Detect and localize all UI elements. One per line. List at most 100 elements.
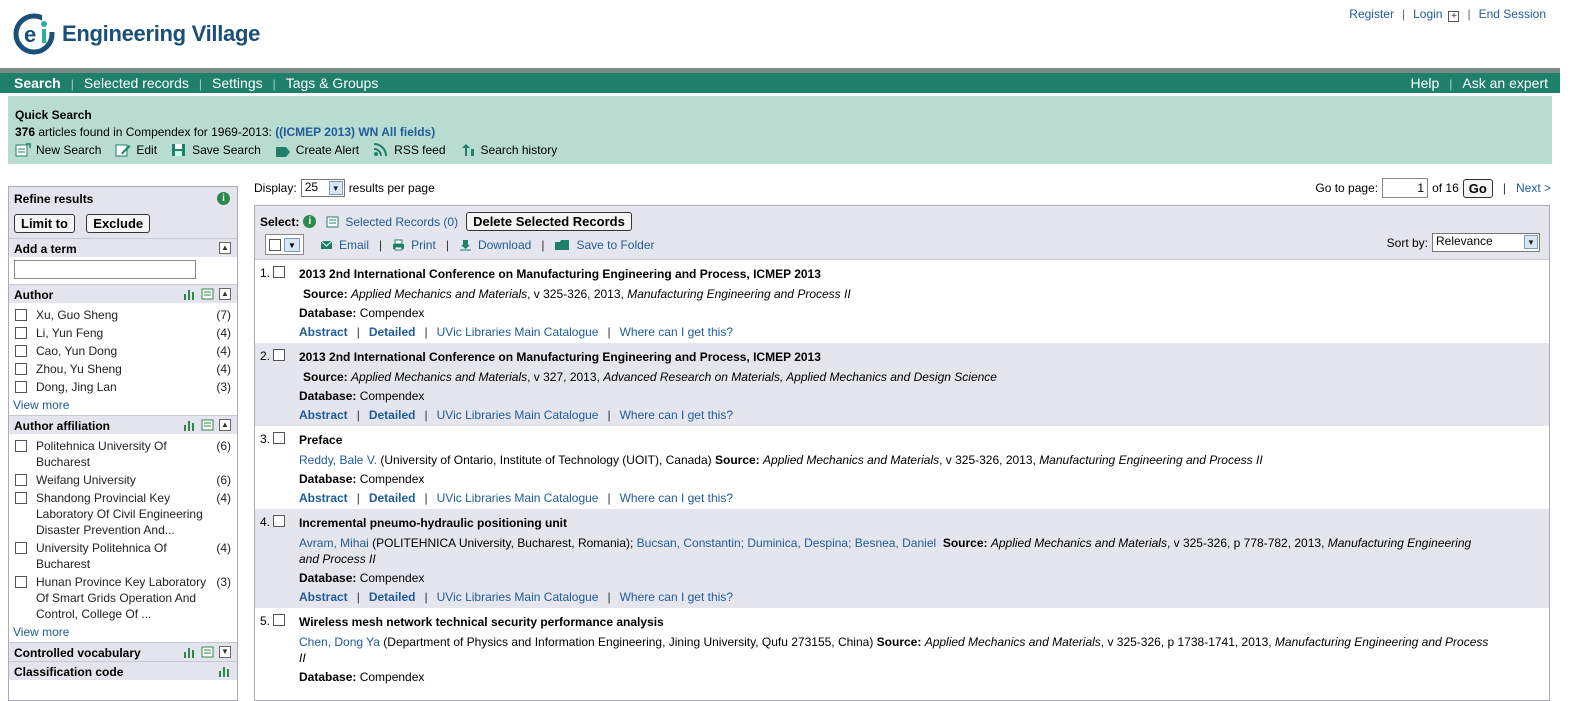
collapse-icon[interactable]: ▲ (219, 242, 231, 254)
detailed-link[interactable]: Detailed (369, 408, 416, 422)
export-icon[interactable] (201, 646, 214, 658)
nav-ask-expert[interactable]: Ask an expert (1462, 75, 1548, 93)
record-title[interactable]: Incremental pneumo-hydraulic positioning… (299, 515, 1489, 531)
facet-item[interactable]: Zhou, Yu Sheng (4) (9, 360, 237, 378)
detailed-link[interactable]: Detailed (369, 491, 416, 505)
collapse-icon[interactable]: ▲ (219, 419, 231, 431)
expand-login-icon[interactable]: + (1448, 11, 1460, 22)
record-checkbox[interactable] (273, 515, 285, 527)
login-link[interactable]: Login (1413, 7, 1442, 21)
detailed-link[interactable]: Detailed (369, 325, 416, 339)
nav-help[interactable]: Help (1410, 75, 1439, 93)
print-link[interactable]: Print (411, 238, 436, 252)
export-icon[interactable] (201, 419, 214, 431)
add-term-input[interactable] (14, 260, 196, 279)
abstract-link[interactable]: Abstract (299, 491, 348, 505)
affiliation-view-more-link[interactable]: View more (9, 623, 237, 642)
record-title[interactable]: Wireless mesh network technical security… (299, 614, 1489, 630)
nav-search[interactable]: Search (14, 75, 61, 93)
search-history-button[interactable]: Search history (460, 143, 557, 157)
catalogue-link[interactable]: UVic Libraries Main Catalogue (437, 491, 599, 505)
email-link[interactable]: Email (339, 238, 369, 252)
where-get-link[interactable]: Where can I get this? (620, 590, 733, 604)
facet-item[interactable]: Dong, Jing Lan (3) (9, 378, 237, 396)
controlled-vocab-header[interactable]: Controlled vocabulary ▼ (9, 642, 237, 661)
facet-item[interactable]: Hunan Province Key Laboratory Of Smart G… (9, 573, 237, 623)
chevron-down-icon[interactable]: ▼ (284, 237, 300, 252)
detailed-link[interactable]: Detailed (369, 590, 416, 604)
bar-chart-icon[interactable] (183, 288, 196, 300)
new-search-button[interactable]: New Search (15, 143, 101, 157)
facet-checkbox[interactable] (15, 381, 27, 393)
catalogue-link[interactable]: UVic Libraries Main Catalogue (437, 408, 599, 422)
author-link[interactable]: Chen, Dong Ya (299, 635, 380, 649)
abstract-link[interactable]: Abstract (299, 408, 348, 422)
record-title[interactable]: 2013 2nd International Conference on Man… (299, 266, 1489, 282)
abstract-link[interactable]: Abstract (299, 590, 348, 604)
rss-feed-button[interactable]: RSS feed (373, 143, 446, 157)
facet-item[interactable]: Weifang University (6) (9, 471, 237, 489)
facet-item[interactable]: University Politehnica Of Bucharest (4) (9, 539, 237, 573)
where-get-link[interactable]: Where can I get this? (620, 408, 733, 422)
abstract-link[interactable]: Abstract (299, 325, 348, 339)
facet-item[interactable]: Shandong Provincial Key Laboratory Of Ci… (9, 489, 237, 539)
catalogue-link[interactable]: UVic Libraries Main Catalogue (437, 590, 599, 604)
where-get-link[interactable]: Where can I get this? (620, 325, 733, 339)
facet-item[interactable]: Cao, Yun Dong (4) (9, 342, 237, 360)
download-link[interactable]: Download (478, 238, 531, 252)
register-link[interactable]: Register (1349, 7, 1394, 21)
facet-checkbox[interactable] (15, 363, 27, 375)
record-title[interactable]: Preface (299, 432, 1489, 448)
facet-checkbox[interactable] (15, 474, 27, 486)
edit-button[interactable]: Edit (115, 143, 157, 157)
save-to-folder-link[interactable]: Save to Folder (576, 238, 654, 252)
delete-selected-button[interactable]: Delete Selected Records (466, 212, 632, 231)
facet-checkbox[interactable] (15, 492, 27, 504)
facet-checkbox[interactable] (15, 345, 27, 357)
next-page-link[interactable]: Next > (1516, 181, 1551, 195)
page-input[interactable] (1382, 178, 1429, 198)
record-checkbox[interactable] (273, 432, 285, 444)
facet-checkbox[interactable] (15, 327, 27, 339)
info-icon[interactable]: i (217, 192, 230, 205)
collapse-icon[interactable]: ▲ (219, 288, 231, 300)
selected-records-link[interactable]: Selected Records (0) (345, 215, 458, 229)
limit-to-button[interactable]: Limit to (14, 214, 75, 233)
bar-chart-icon[interactable] (183, 646, 196, 658)
author-link[interactable]: Avram, Mihai (299, 536, 369, 550)
logo[interactable]: e Engineering Village (12, 12, 260, 56)
facet-checkbox[interactable] (15, 309, 27, 321)
expand-icon[interactable]: ▼ (219, 646, 231, 658)
nav-tags-groups[interactable]: Tags & Groups (286, 75, 379, 93)
create-alert-button[interactable]: Create Alert (275, 143, 359, 157)
bar-chart-icon[interactable] (218, 665, 231, 677)
export-icon[interactable] (201, 288, 214, 300)
author-link[interactable]: Reddy, Bale V. (299, 453, 377, 467)
facet-item[interactable]: Xu, Guo Sheng (7) (9, 306, 237, 324)
exclude-button[interactable]: Exclude (86, 214, 151, 233)
go-button[interactable]: Go (1462, 178, 1493, 198)
coauthor-links[interactable]: Bucsan, Constantin; Duminica, Despina; B… (637, 536, 937, 550)
facet-checkbox[interactable] (15, 440, 27, 452)
results-per-page-select[interactable]: 25 ▼ (300, 179, 345, 197)
record-checkbox[interactable] (273, 349, 285, 361)
info-icon[interactable]: i (303, 215, 317, 228)
save-search-button[interactable]: Save Search (171, 143, 261, 157)
where-get-link[interactable]: Where can I get this? (620, 491, 733, 505)
nav-selected-records[interactable]: Selected records (84, 75, 189, 93)
end-session-link[interactable]: End Session (1479, 7, 1546, 21)
classification-header[interactable]: Classification code (9, 661, 237, 680)
record-checkbox[interactable] (273, 266, 285, 278)
sort-select[interactable]: Relevance ▼ (1432, 233, 1540, 252)
author-view-more-link[interactable]: View more (9, 396, 237, 415)
nav-settings[interactable]: Settings (212, 75, 263, 93)
facet-checkbox[interactable] (15, 542, 27, 554)
select-all-control[interactable]: ▼ (265, 234, 304, 255)
select-all-checkbox[interactable] (269, 238, 281, 251)
facet-checkbox[interactable] (15, 576, 27, 588)
bar-chart-icon[interactable] (183, 419, 196, 431)
facet-item[interactable]: Li, Yun Feng (4) (9, 324, 237, 342)
catalogue-link[interactable]: UVic Libraries Main Catalogue (437, 325, 599, 339)
facet-item[interactable]: Politehnica University Of Bucharest (6) (9, 437, 237, 471)
record-title[interactable]: 2013 2nd International Conference on Man… (299, 349, 1489, 365)
